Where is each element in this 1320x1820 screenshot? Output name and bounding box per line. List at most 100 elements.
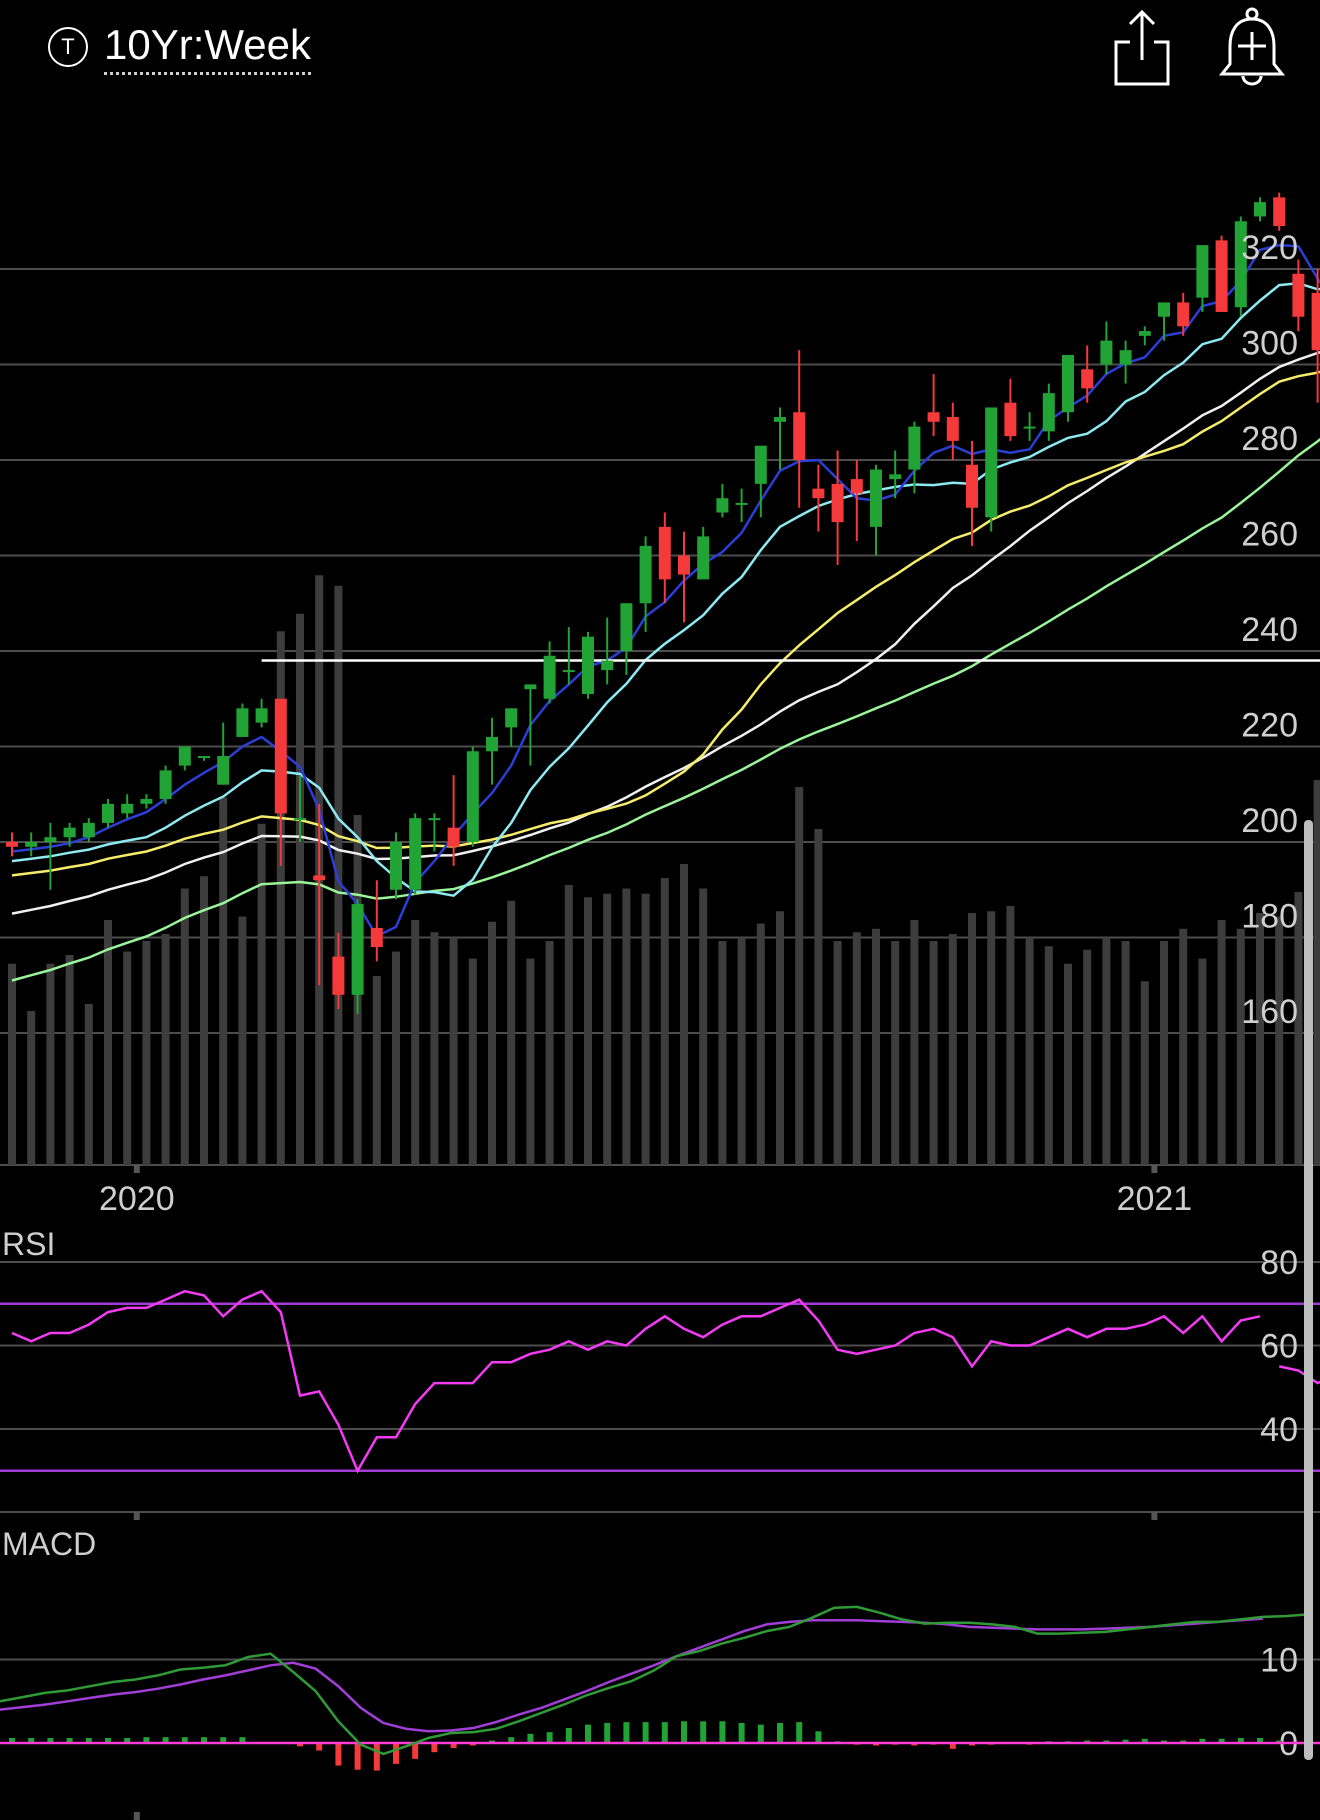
volume-bar [948, 934, 957, 1165]
chart-title-period[interactable]: 10Yr:Week [104, 20, 311, 75]
volume-bar [84, 1004, 93, 1165]
volume-bar [392, 951, 400, 1165]
volume-bar [929, 941, 938, 1165]
price-tick-label: 300 [1241, 325, 1298, 363]
volume-bar [449, 937, 458, 1165]
macd-histogram-bar [681, 1721, 687, 1743]
share-icon [1114, 9, 1170, 86]
volume-bar [1121, 941, 1130, 1165]
candle-body [678, 555, 690, 575]
volume-bar [680, 864, 688, 1165]
candle-body [754, 445, 767, 484]
macd-panel: MACD 010 [0, 1526, 1320, 1820]
candle-body [63, 827, 76, 838]
candle-body [332, 956, 345, 995]
vertical-scrollbar[interactable] [1304, 820, 1313, 1760]
macd-signal-line [0, 1617, 1263, 1733]
macd-histogram-bar [642, 1722, 649, 1743]
macd-histogram-bar [604, 1722, 611, 1743]
add-alert-button[interactable] [1216, 4, 1288, 90]
candle-body [102, 803, 114, 823]
candle-body [255, 708, 268, 723]
candle-body [370, 927, 383, 948]
candle-body [466, 751, 479, 842]
volume-bar [1140, 981, 1149, 1165]
price-tick-label: 240 [1241, 611, 1298, 649]
macd-tick-label: 10 [1260, 1642, 1298, 1680]
candle-body [486, 736, 498, 752]
macd-histogram-bar [777, 1722, 783, 1743]
price-tick-label: 320 [1241, 229, 1298, 267]
volume-bar [833, 941, 842, 1165]
rsi-time-tick [1151, 1512, 1158, 1520]
candle-body [716, 498, 729, 513]
candle-body [735, 502, 748, 505]
price-axis-labels: 160 180 200 220 240 260 280 300 320 [1241, 229, 1298, 1031]
stock-chart[interactable]: 160 180 200 220 240 260 280 300 320 2020 2021 RSI… [0, 95, 1320, 1820]
macd-histogram-bar [431, 1743, 438, 1753]
rsi-time-tick [133, 1512, 140, 1520]
volume-bar [1044, 946, 1053, 1165]
candle-body [505, 708, 518, 728]
volume-bar [584, 897, 592, 1165]
candle-body [658, 526, 671, 580]
candle-body [1158, 302, 1170, 317]
symbol-badge[interactable]: T [48, 27, 88, 67]
volume-bar [507, 900, 516, 1165]
volume-bar [430, 932, 439, 1165]
macd-label: MACD [2, 1526, 96, 1562]
volume-bar [46, 963, 55, 1165]
candle-body [850, 479, 863, 494]
candle-body [428, 818, 441, 821]
volume-bar [987, 911, 996, 1165]
candle-body [543, 655, 556, 699]
macd-histogram-bar [565, 1727, 572, 1743]
candle-body [294, 818, 306, 821]
volume-bar [161, 934, 170, 1165]
macd-histogram-bar [623, 1722, 630, 1743]
volume-bar [699, 888, 708, 1165]
top-bar: T 10Yr:Week [0, 0, 1320, 95]
candle-body [82, 822, 95, 838]
volume-bar [104, 920, 112, 1165]
candle-body [1119, 350, 1132, 365]
candle-body [6, 842, 18, 847]
volume-bar [296, 613, 304, 1165]
candle-body [601, 660, 614, 671]
price-tick-label: 200 [1241, 802, 1298, 840]
volume-bar [1275, 916, 1284, 1165]
candle-body [927, 412, 940, 422]
rsi-tick-label: 60 [1260, 1328, 1298, 1366]
time-tick-mark [133, 1165, 140, 1173]
volume-bar [200, 876, 208, 1165]
volume-bar [488, 921, 496, 1165]
volume-bar [622, 888, 631, 1165]
volume-bar [1006, 906, 1015, 1165]
time-tick-mark [1151, 1165, 1158, 1173]
volume-bar [526, 958, 535, 1165]
candle-body [697, 536, 710, 580]
macd-histogram-bar [585, 1724, 591, 1743]
volume-bar [8, 963, 16, 1165]
candle-body [870, 469, 882, 527]
candle-body [793, 412, 806, 460]
candle-body [1311, 292, 1320, 351]
macd-histogram-bar [527, 1733, 534, 1743]
candle-body [25, 842, 38, 847]
time-tick-label: 2021 [1117, 1180, 1193, 1218]
candle-body [390, 842, 402, 890]
volume-bar [564, 885, 573, 1165]
share-button[interactable] [1108, 8, 1178, 90]
candle-body [1177, 302, 1190, 327]
macd-histogram-bar [757, 1724, 764, 1743]
candle-body [1292, 273, 1305, 317]
candle-body [639, 545, 652, 604]
price-tick-label: 280 [1241, 420, 1298, 458]
candle-body [1042, 393, 1055, 432]
candle-body [178, 746, 191, 766]
candle-body [1138, 331, 1151, 336]
volume-bar [238, 916, 247, 1165]
sma-line [11, 350, 1320, 915]
volume-bar [1217, 920, 1226, 1165]
sma-line [11, 282, 1320, 898]
